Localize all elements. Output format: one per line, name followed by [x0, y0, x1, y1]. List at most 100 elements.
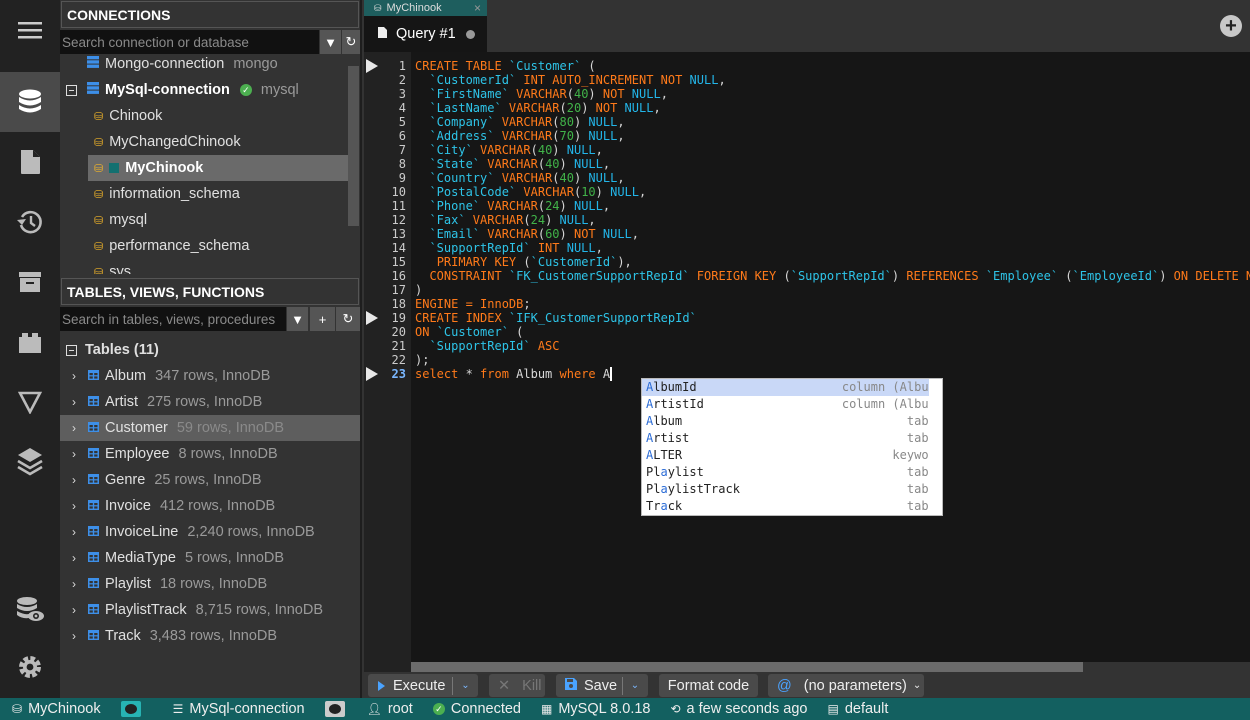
code-token: 20: [566, 101, 582, 115]
database-color-button[interactable]: [120, 701, 141, 717]
add-object-button[interactable]: +: [309, 307, 335, 331]
chevron-right-icon[interactable]: ›: [60, 447, 88, 461]
status-version-label: MySQL 8.0.18: [558, 701, 651, 717]
autocomplete-popup: AlbumIdcolumn (Album)ArtistIdcolumn (Alb…: [641, 378, 943, 516]
table-item[interactable]: › MediaType 5 rows, InnoDB: [60, 545, 360, 571]
table-item[interactable]: › PlaylistTrack 8,715 rows, InnoDB: [60, 597, 360, 623]
status-database[interactable]: ⛁ MyChinook: [12, 701, 101, 717]
connection-scrollbar[interactable]: [348, 66, 359, 226]
object-search-input[interactable]: [60, 307, 286, 331]
autocomplete-item[interactable]: PlaylistTrack table: [642, 481, 929, 498]
layers-icon[interactable]: [0, 432, 60, 492]
connection-search-input[interactable]: [60, 30, 319, 54]
autocomplete-item[interactable]: ArtistIdcolumn (Album): [642, 396, 929, 413]
connection-tab-label: MyChinook: [386, 2, 442, 14]
chevron-right-icon[interactable]: ›: [60, 369, 88, 383]
close-icon[interactable]: ×: [474, 1, 481, 15]
code-editor[interactable]: CREATE TABLE `Customer` ( `CustomerId` I…: [411, 52, 1250, 662]
database-eye-icon[interactable]: [0, 580, 60, 640]
chevron-right-icon[interactable]: ›: [60, 499, 88, 513]
autocomplete-item[interactable]: AlbumIdcolumn (Album): [642, 379, 929, 396]
code-token: CONSTRAINT: [429, 269, 509, 283]
horizontal-scrollbar-thumb[interactable]: [411, 662, 1083, 672]
tab-query-1[interactable]: Query #1: [364, 16, 487, 52]
table-item[interactable]: › Invoice 412 rows, InnoDB: [60, 493, 360, 519]
chevron-right-icon[interactable]: ›: [60, 525, 88, 539]
table-item[interactable]: › Artist 275 rows, InnoDB: [60, 389, 360, 415]
code-token: VARCHAR: [480, 157, 538, 171]
status-refresh-time[interactable]: ⟲ a few seconds ago: [670, 701, 807, 717]
autocomplete-item[interactable]: Artisttable: [642, 430, 929, 447]
connection-color-button[interactable]: [324, 701, 345, 717]
table-item[interactable]: › Employee 8 rows, InnoDB: [60, 441, 360, 467]
save-button[interactable]: Save: [556, 677, 622, 694]
filter-icon[interactable]: [0, 372, 60, 432]
file-icon[interactable]: [0, 132, 60, 192]
refresh-objects-button[interactable]: ↻: [335, 307, 360, 331]
database-item[interactable]: ⛁ sys: [88, 259, 348, 274]
code-token: ): [573, 129, 589, 143]
chevron-right-icon[interactable]: ›: [60, 473, 88, 487]
object-filter-button[interactable]: ▼: [286, 307, 308, 331]
autocomplete-item[interactable]: Albumtable: [642, 413, 929, 430]
unsaved-dot-icon: [465, 29, 475, 39]
table-icon: [88, 368, 99, 384]
code-line: `Fax` VARCHAR(24) NULL,: [415, 213, 595, 227]
database-item[interactable]: ⛁ information_schema: [88, 181, 348, 207]
add-tab-button[interactable]: +: [1220, 15, 1242, 37]
status-schema[interactable]: ▤ default: [827, 701, 888, 717]
database-item[interactable]: ⛁ mysql: [88, 207, 348, 233]
autocomplete-item[interactable]: Playlist table: [642, 464, 929, 481]
code-token: NULL: [602, 227, 632, 241]
code-line: `Email` VARCHAR(60) NOT NULL,: [415, 227, 639, 241]
execute-button[interactable]: Execute: [368, 678, 452, 694]
parameters-dropdown[interactable]: @ (no parameters) ⌄: [768, 674, 924, 697]
execute-dropdown-chevron-icon[interactable]: ⌄: [453, 680, 478, 691]
database-item[interactable]: ⛁ Chinook: [88, 103, 348, 129]
gear-icon[interactable]: [0, 637, 60, 697]
chevron-right-icon[interactable]: ›: [60, 577, 88, 591]
table-item[interactable]: › Genre 25 rows, InnoDB: [60, 467, 360, 493]
chevron-right-icon[interactable]: ›: [60, 629, 88, 643]
table-item[interactable]: › Track 3,483 rows, InnoDB: [60, 623, 360, 649]
table-item[interactable]: › Album 347 rows, InnoDB: [60, 363, 360, 389]
tables-group[interactable]: Tables (11): [66, 337, 159, 363]
save-dropdown-chevron-icon[interactable]: ⌄: [623, 680, 647, 691]
chevron-right-icon[interactable]: ›: [60, 395, 88, 409]
chevron-right-icon[interactable]: ›: [60, 551, 88, 565]
table-item[interactable]: › Playlist 18 rows, InnoDB: [60, 571, 360, 597]
database-label: MyChangedChinook: [109, 134, 241, 150]
format-code-button[interactable]: Format code: [659, 674, 758, 697]
code-line: ON `Customer` (: [415, 325, 523, 339]
autocomplete-item[interactable]: ALTERkeyword: [642, 447, 929, 464]
archive-icon[interactable]: [0, 252, 60, 312]
chevron-right-icon[interactable]: ›: [60, 421, 88, 435]
query-tab-label: Query #1: [396, 26, 456, 42]
connection-item[interactable]: MySql-connection ✓ mysql: [60, 77, 299, 103]
connection-tab[interactable]: ⛁ MyChinook ×: [364, 0, 487, 16]
code-token: ON DELETE NO ACTION: [1173, 269, 1250, 283]
connection-item[interactable]: Mongo-connection mongo: [60, 54, 278, 77]
line-number: 9: [398, 171, 406, 185]
database-icon[interactable]: [0, 72, 60, 132]
autocomplete-item[interactable]: Track table: [642, 498, 929, 515]
chevron-right-icon[interactable]: ›: [60, 603, 88, 617]
database-item[interactable]: ⛁ MyChinook: [88, 155, 348, 181]
table-item[interactable]: › Customer 59 rows, InnoDB: [60, 415, 360, 441]
status-bar: ⛁ MyChinook ☰ MySql-connection 👤︎ root ✓ Con…: [0, 698, 1250, 720]
run-statement-icon[interactable]: [366, 59, 378, 73]
status-connection[interactable]: ☰ MySql-connection: [173, 701, 305, 717]
menu-icon[interactable]: [0, 0, 60, 60]
plugin-icon[interactable]: [0, 312, 60, 372]
table-item[interactable]: › InvoiceLine 2,240 rows, InnoDB: [60, 519, 360, 545]
collapse-icon[interactable]: [66, 84, 77, 96]
kill-button[interactable]: ✕ Kill: [489, 674, 545, 697]
database-item[interactable]: ⛁ performance_schema: [88, 233, 348, 259]
database-item[interactable]: ⛁ MyChangedChinook: [88, 129, 348, 155]
filter-button[interactable]: ▼: [319, 30, 341, 54]
code-token: `City`: [429, 143, 473, 157]
run-statement-icon[interactable]: [366, 367, 378, 381]
run-statement-icon[interactable]: [366, 311, 378, 325]
history-icon[interactable]: [0, 192, 60, 252]
refresh-button[interactable]: ↻: [341, 30, 360, 54]
